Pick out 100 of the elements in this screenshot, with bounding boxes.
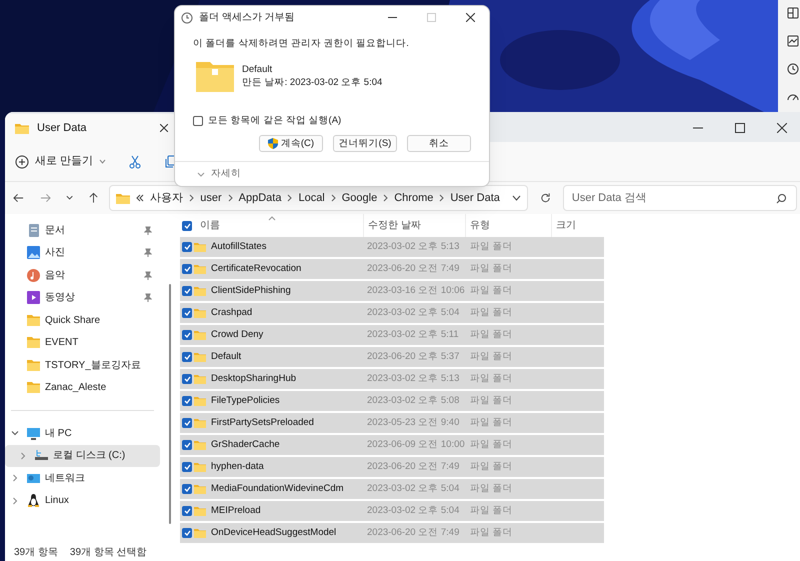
breadcrumb[interactable]: User Data <box>450 190 500 206</box>
column-header[interactable]: 유형 <box>470 218 490 233</box>
row-checkbox[interactable] <box>182 528 192 538</box>
sidebar-item[interactable]: 문서 <box>5 219 160 242</box>
check-icon <box>184 288 190 294</box>
history-icon[interactable] <box>786 62 800 76</box>
breadcrumb[interactable]: Chrome <box>394 190 434 206</box>
file-name: FirstPartySetsPreloaded <box>211 416 314 430</box>
file-row[interactable]: FileTypePolicies 2023-03-02 오후 5:08 파일 폴더 <box>180 391 604 411</box>
row-checkbox[interactable] <box>182 506 192 516</box>
file-row[interactable]: ClientSidePhishing 2023-03-16 오전 10:06 파일 폴더 <box>180 281 604 301</box>
maximize-icon[interactable] <box>735 123 745 133</box>
file-name: hyphen-data <box>211 460 264 474</box>
row-checkbox[interactable] <box>182 418 192 428</box>
column-header[interactable]: 이름 <box>200 218 220 233</box>
column-header[interactable]: 수정한 날짜 <box>368 218 421 233</box>
breadcrumb[interactable]: Google <box>342 190 378 206</box>
checkbox[interactable] <box>193 116 203 126</box>
date-cell-text: 2023-03-02 오후 5:08 <box>366 394 460 408</box>
row-checkbox[interactable] <box>182 484 192 494</box>
row-checkbox[interactable] <box>182 286 192 296</box>
chevron-right-icon[interactable] <box>11 496 19 505</box>
file-row[interactable]: OnDeviceHeadSuggestModel 2023-06-20 오전 7:49 파일 폴더 <box>180 523 604 543</box>
breadcrumb[interactable]: 사용자 <box>150 190 184 206</box>
row-checkbox[interactable] <box>182 330 192 340</box>
file-row[interactable]: FirstPartySetsPreloaded 2023-05-23 오전 9:40 파일 폴더 <box>180 413 604 433</box>
file-name: OnDeviceHeadSuggestModel <box>211 526 336 540</box>
back-icon[interactable] <box>13 192 24 204</box>
breadcrumb[interactable]: AppData <box>238 190 282 206</box>
chevron-right-icon[interactable] <box>11 474 19 482</box>
close-icon[interactable] <box>466 13 475 22</box>
select-all-checkbox[interactable] <box>182 220 192 230</box>
sidebar-item[interactable]: 사진 <box>5 242 160 264</box>
folder-icon <box>194 352 206 362</box>
date-cell-text: 2023-03-02 오후 5:13 <box>366 372 460 386</box>
file-row[interactable]: DesktopSharingHub 2023-03-02 오후 5:13 파일 폴더 <box>180 369 604 389</box>
file-row[interactable]: Crowd Deny 2023-03-02 오후 5:11 파일 폴더 <box>180 325 604 345</box>
row-checkbox[interactable] <box>182 352 192 362</box>
shield-icon <box>268 138 278 150</box>
maximize-icon <box>427 13 436 22</box>
clock-icon <box>181 12 193 24</box>
dialog-button[interactable]: 취소 <box>407 135 471 152</box>
breadcrumb[interactable]: user <box>200 190 222 206</box>
row-checkbox[interactable] <box>182 396 192 406</box>
file-row[interactable]: GrShaderCache 2023-06-09 오전 10:00 파일 폴더 <box>180 435 604 455</box>
close-icon[interactable] <box>160 124 168 132</box>
row-checkbox[interactable] <box>182 440 192 450</box>
row-checkbox[interactable] <box>182 374 192 384</box>
cut-icon[interactable] <box>128 154 142 168</box>
sidebar-item[interactable]: 동영상 <box>5 286 160 309</box>
folder-icon <box>194 506 206 516</box>
sidebar-item[interactable]: EVENT <box>5 332 160 354</box>
file-row[interactable]: MEIPreload 2023-03-02 오후 5:04 파일 폴더 <box>180 501 604 521</box>
search-field[interactable]: User Data 검색 <box>562 185 797 211</box>
tree-item[interactable]: 내 PC <box>5 422 160 444</box>
refresh-icon[interactable] <box>540 192 551 204</box>
row-checkbox[interactable] <box>182 242 192 252</box>
row-checkbox[interactable] <box>182 308 192 318</box>
file-row[interactable]: Default 2023-06-20 오후 5:37 파일 폴더 <box>180 347 604 367</box>
scrollbar[interactable] <box>169 284 171 524</box>
check-icon <box>184 420 190 426</box>
sidebar-item[interactable]: 음악 <box>5 264 160 286</box>
chevron-down-icon[interactable] <box>11 429 19 438</box>
file-row[interactable]: hyphen-data 2023-06-20 오전 7:49 파일 폴더 <box>180 457 604 477</box>
forward-icon[interactable] <box>40 192 52 204</box>
close-icon[interactable] <box>777 123 787 133</box>
details-toggle[interactable]: 자세히 <box>175 162 489 186</box>
file-row[interactable]: MediaFoundationWidevineCdm 2023-03-02 오후 5:04 파일 폴더 <box>180 479 604 499</box>
row-checkbox[interactable] <box>182 462 192 472</box>
sidebar-item[interactable]: Zanac_Aleste <box>5 376 160 399</box>
folder-icon <box>194 484 206 494</box>
sidebar-item[interactable]: Quick Share <box>5 309 160 332</box>
file-row[interactable]: CertificateRevocation 2023-06-20 오전 7:49 파일 폴더 <box>180 259 604 279</box>
folder-icon <box>27 358 40 372</box>
row-checkbox[interactable] <box>182 264 192 274</box>
tree-item[interactable]: 네트워크 <box>5 467 160 490</box>
dialog-button[interactable]: 건너뛰기(S) <box>333 135 397 152</box>
tree-item[interactable]: 로컬 디스크 (C:) <box>5 444 160 467</box>
date-cell-text: 2023-03-02 오후 5:04 <box>366 306 460 320</box>
new-button[interactable]: 새로 만들기 <box>15 153 106 170</box>
dialog-button[interactable]: 계속(C) <box>259 135 323 152</box>
folder-icon <box>15 122 29 134</box>
up-icon[interactable] <box>88 192 100 204</box>
item-detail: 만든 날짜: 2023-03-02 오후 5:04 <box>242 76 382 89</box>
breadcrumb[interactable]: Local <box>298 190 325 206</box>
file-name: ClientSidePhishing <box>211 284 291 298</box>
column-header[interactable]: 크기 <box>556 218 576 233</box>
file-row[interactable]: Crashpad 2023-03-02 오후 5:04 파일 폴더 <box>180 303 604 323</box>
folder-icon <box>27 381 40 394</box>
chart-icon[interactable] <box>786 34 800 48</box>
date-cell-text: 2023-06-09 오전 10:00 <box>366 438 466 452</box>
file-name: Crashpad <box>211 306 252 320</box>
address-bar[interactable]: 사용자 user AppData Local Google Chrome User Data <box>109 185 528 211</box>
chevron-down-icon[interactable] <box>512 195 521 201</box>
sidebar-item[interactable]: TSTORY_블로깅자료 <box>5 354 160 376</box>
window-icon[interactable] <box>786 6 800 20</box>
tree-item[interactable]: Linux <box>5 490 160 512</box>
check-icon <box>184 464 190 470</box>
chevron-right-icon[interactable] <box>19 452 27 460</box>
file-row[interactable]: AutofillStates 2023-03-02 오후 5:13 파일 폴더 <box>180 237 604 257</box>
